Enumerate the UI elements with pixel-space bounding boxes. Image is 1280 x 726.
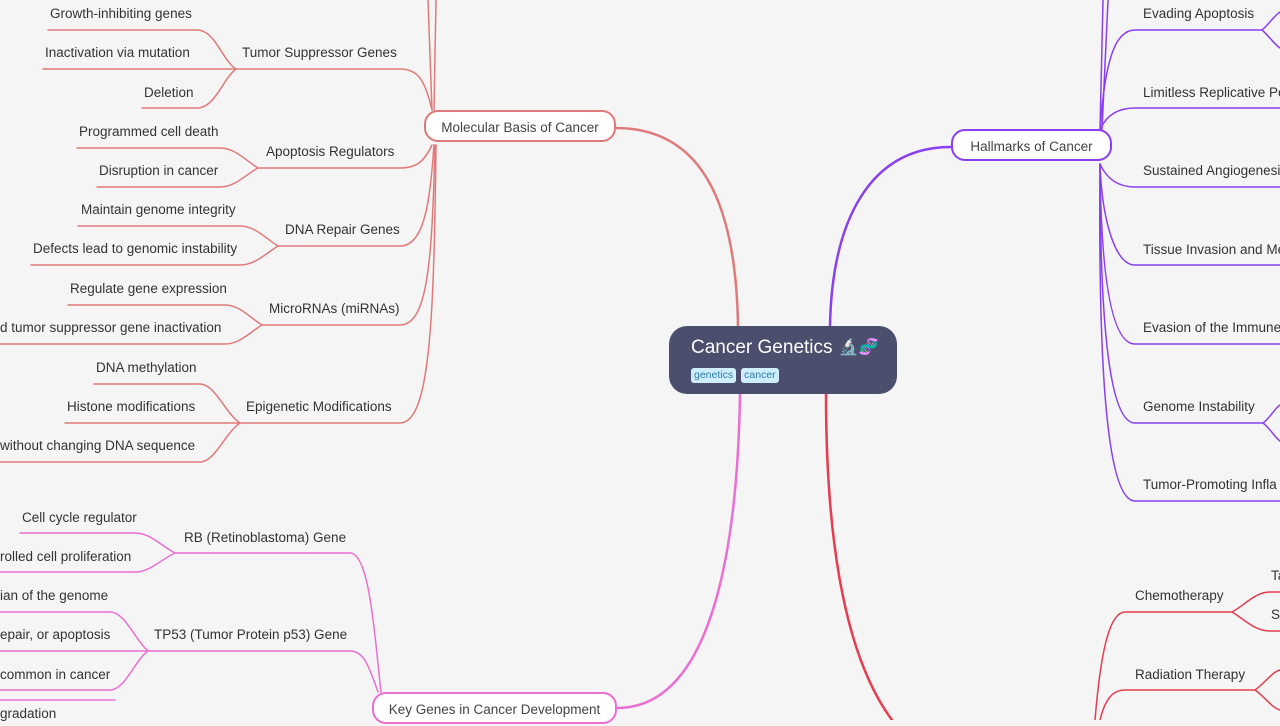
edge-root-key-genes xyxy=(615,392,742,710)
edge-hallmarks-offscreen-2 xyxy=(1101,0,1109,131)
branch-molecular-basis[interactable]: Molecular Basis of Cancer xyxy=(424,110,616,142)
edge-genome-child-2 xyxy=(1262,422,1280,442)
leaf-cell-proliferation[interactable]: rolled cell proliferation xyxy=(0,548,131,566)
edge-root-hallmarks xyxy=(828,145,953,328)
root-node[interactable]: Cancer Genetics 🔬🧬 genetics cancer xyxy=(669,326,897,394)
edge-hallmarks-genome xyxy=(1099,163,1264,424)
node-epigenetic-modifications[interactable]: Epigenetic Modifications xyxy=(246,398,392,416)
leaf-degradation[interactable]: gradation xyxy=(0,705,56,723)
leaf-inactivation-mutation[interactable]: Inactivation via mutation xyxy=(45,44,190,62)
node-micrornas[interactable]: MicroRNAs (miRNAs) xyxy=(269,300,400,318)
node-radiation-therapy[interactable]: Radiation Therapy xyxy=(1135,666,1245,684)
edge-hallmarks-limitless xyxy=(1099,107,1280,131)
edge-treatment-radiation xyxy=(1099,689,1256,720)
node-limitless-replicative[interactable]: Limitless Replicative Po xyxy=(1143,84,1280,102)
node-sustained-angiogenesis[interactable]: Sustained Angiogenesis xyxy=(1143,162,1280,180)
edge-radiation-child-2 xyxy=(1254,689,1280,711)
edge-molecular-offscreen-1 xyxy=(427,0,433,111)
branch-hallmarks[interactable]: Hallmarks of Cancer xyxy=(951,129,1112,161)
edge-hallmarks-evading xyxy=(1099,29,1263,131)
leaf-guardian-genome[interactable]: ian of the genome xyxy=(0,587,108,605)
edge-molecular-tumor-suppressor xyxy=(235,68,433,111)
node-apoptosis-regulators[interactable]: Apoptosis Regulators xyxy=(266,143,394,161)
edge-radiation-child-1 xyxy=(1254,669,1280,691)
edge-root-molecular xyxy=(614,126,740,328)
leaf-common-in-cancer[interactable]: common in cancer xyxy=(0,666,110,684)
leaf-regulate-gene-expression[interactable]: Regulate gene expression xyxy=(70,280,227,298)
branch-label: Molecular Basis of Cancer xyxy=(441,120,599,135)
node-tissue-invasion[interactable]: Tissue Invasion and Me xyxy=(1143,241,1280,259)
leaf-defects-genomic[interactable]: Defects lead to genomic instability xyxy=(33,240,237,258)
node-chemotherapy[interactable]: Chemotherapy xyxy=(1135,587,1224,605)
edge-keygenes-rb xyxy=(174,552,382,693)
tag-cancer[interactable]: cancer xyxy=(741,368,779,383)
node-evading-apoptosis[interactable]: Evading Apoptosis xyxy=(1143,5,1254,23)
node-evasion-immune[interactable]: Evasion of the Immune xyxy=(1143,319,1280,337)
node-tumor-suppressor-genes[interactable]: Tumor Suppressor Genes xyxy=(242,44,397,62)
node-tp53-gene[interactable]: TP53 (Tumor Protein p53) Gene xyxy=(154,626,347,644)
node-dna-repair-genes[interactable]: DNA Repair Genes xyxy=(285,221,400,239)
edge-molecular-offscreen-2 xyxy=(433,0,437,111)
leaf-without-changing-dna[interactable]: without changing DNA sequence xyxy=(0,437,195,455)
leaf-repair-apoptosis[interactable]: epair, or apoptosis xyxy=(0,626,110,644)
mindmap-canvas[interactable]: Cancer Genetics 🔬🧬 genetics cancer Molec… xyxy=(0,0,1280,724)
leaf-disruption-cancer[interactable]: Disruption in cancer xyxy=(99,162,218,180)
root-title: Cancer Genetics xyxy=(691,337,833,358)
edge-keygenes-tp53 xyxy=(147,650,379,693)
branch-label: Hallmarks of Cancer xyxy=(970,139,1093,154)
edge-evading-child-1 xyxy=(1261,11,1280,31)
edge-evading-child-2 xyxy=(1261,29,1280,49)
leaf-histone-modifications[interactable]: Histone modifications xyxy=(67,398,195,416)
tag-genetics[interactable]: genetics xyxy=(691,368,737,383)
node-genome-instability[interactable]: Genome Instability xyxy=(1143,398,1255,416)
microscope-dna-icon: 🔬🧬 xyxy=(838,339,879,356)
node-tumor-promoting-inflammation[interactable]: Tumor-Promoting Infla xyxy=(1143,476,1277,494)
leaf-maintain-genome[interactable]: Maintain genome integrity xyxy=(81,201,236,219)
leaf-cell-cycle-regulator[interactable]: Cell cycle regulator xyxy=(22,509,137,527)
node-rb-gene[interactable]: RB (Retinoblastoma) Gene xyxy=(184,529,346,547)
leaf-deletion[interactable]: Deletion xyxy=(144,84,194,102)
leaf-chemo-si[interactable]: Si xyxy=(1271,606,1280,624)
branch-label: Key Genes in Cancer Development xyxy=(388,702,601,717)
leaf-dna-methylation[interactable]: DNA methylation xyxy=(96,359,197,377)
edge-root-treatment xyxy=(824,392,894,720)
edge-hallmarks-offscreen-1 xyxy=(1099,0,1104,131)
leaf-growth-inhibiting[interactable]: Growth-inhibiting genes xyxy=(50,5,192,23)
branch-key-genes[interactable]: Key Genes in Cancer Development xyxy=(372,692,617,724)
leaf-chemo-ta[interactable]: Ta xyxy=(1271,567,1280,585)
leaf-tumor-suppressor-inactivation[interactable]: d tumor suppressor gene inactivation xyxy=(0,319,221,337)
edge-molecular-epigenetic xyxy=(239,144,437,424)
leaf-programmed-cell-death[interactable]: Programmed cell death xyxy=(79,123,219,141)
edge-genome-child-1 xyxy=(1262,404,1280,424)
